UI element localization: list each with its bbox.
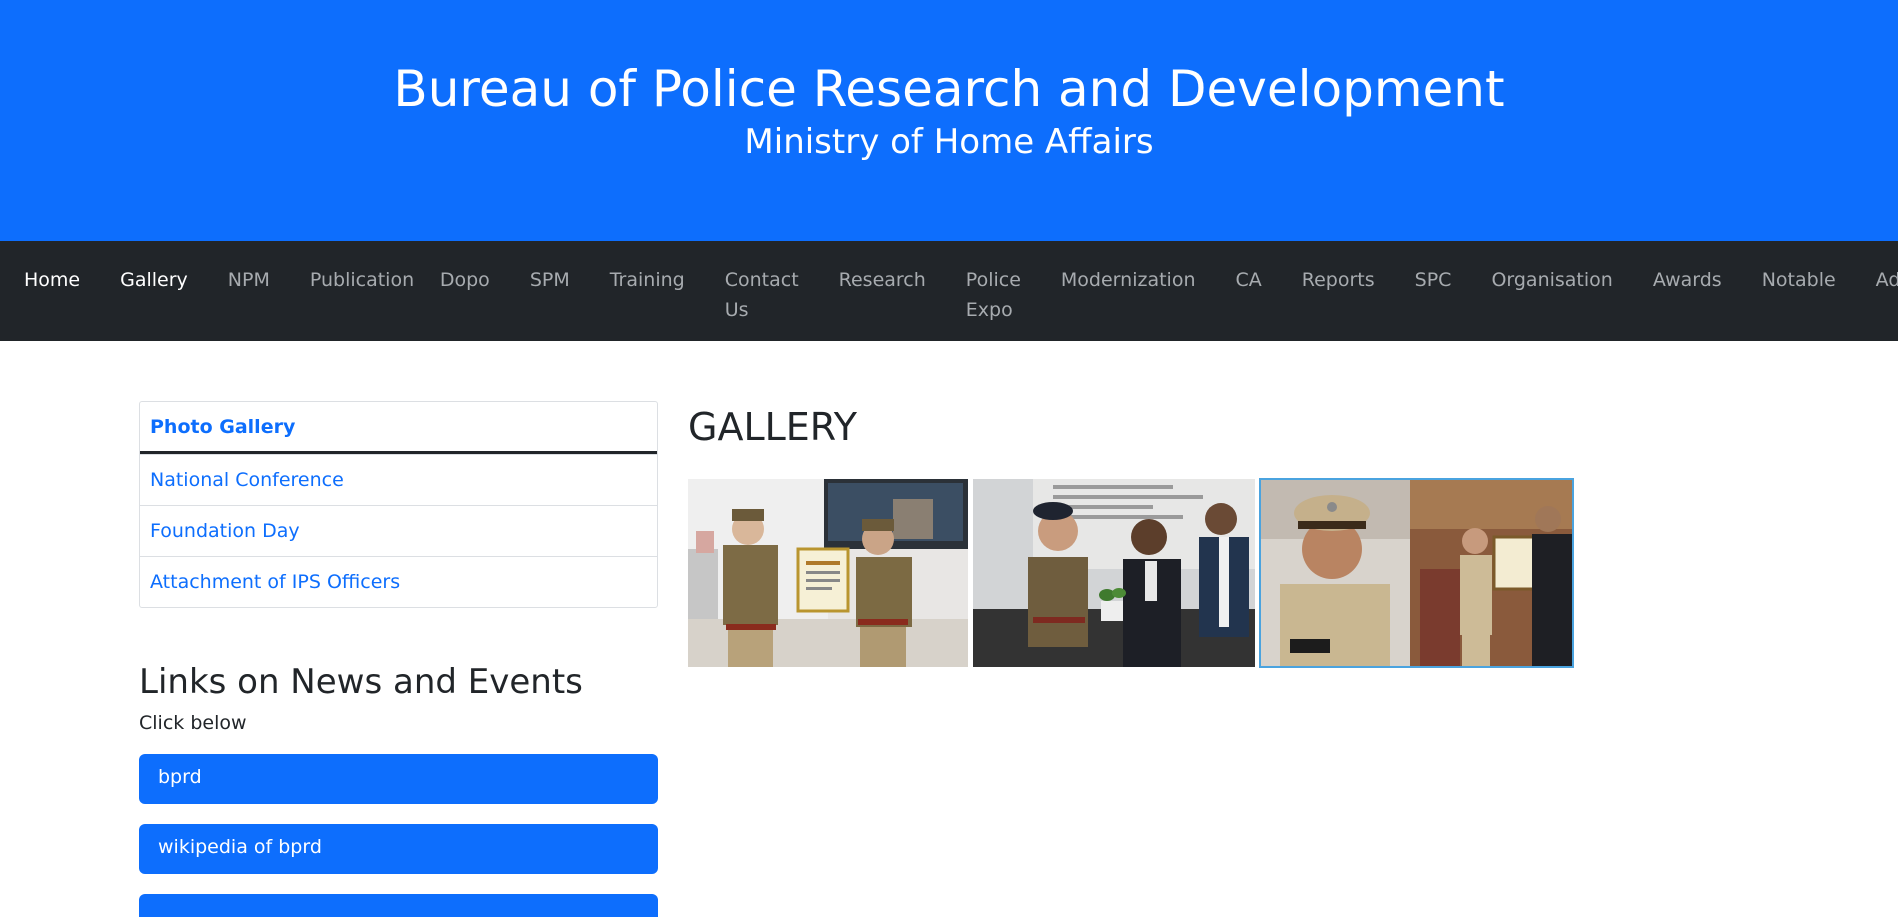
nav-admin[interactable]: Admin (1876, 265, 1898, 295)
gallery-photo[interactable] (688, 479, 968, 667)
nav-publication[interactable]: Publication (310, 265, 414, 295)
nav-contact-us[interactable]: Contact Us (725, 265, 799, 325)
photo-officer-portrait-award (1260, 479, 1573, 667)
site-title: Bureau of Police Research and Developmen… (393, 60, 1505, 118)
photo-gallery-header[interactable]: Photo Gallery (140, 402, 657, 454)
nav-ca[interactable]: CA (1235, 265, 1261, 295)
page-content: Photo Gallery National Conference Founda… (0, 341, 1898, 917)
nav-reports[interactable]: Reports (1302, 265, 1375, 295)
links-title: Links on News and Events (139, 662, 583, 702)
sidebar-item-foundation-day[interactable]: Foundation Day (140, 505, 657, 556)
nav-spc[interactable]: SPC (1415, 265, 1452, 295)
link-button-third[interactable] (139, 894, 658, 917)
nav-awards[interactable]: Awards (1653, 265, 1722, 295)
gallery-photo[interactable] (973, 479, 1255, 667)
sidebar-item-attachment-ips[interactable]: Attachment of IPS Officers (140, 556, 657, 607)
nav-research[interactable]: Research (839, 265, 926, 295)
sidebar-item-national-conference[interactable]: National Conference (140, 454, 657, 505)
gallery-title: GALLERY (688, 405, 857, 449)
site-header: Bureau of Police Research and Developmen… (0, 0, 1898, 241)
nav-training[interactable]: Training (610, 265, 685, 295)
nav-home[interactable]: Home (24, 265, 80, 295)
nav-police-expo[interactable]: Police Expo (966, 265, 1021, 325)
nav-gallery[interactable]: Gallery (120, 265, 188, 295)
nav-npm[interactable]: NPM (228, 265, 270, 295)
nav-organisation[interactable]: Organisation (1491, 265, 1612, 295)
gallery-row (688, 478, 1578, 668)
sidebar: Photo Gallery National Conference Founda… (139, 401, 658, 917)
link-button-bprd[interactable]: bprd (139, 754, 658, 804)
gallery-category-list: Photo Gallery National Conference Founda… (139, 401, 658, 608)
nav-notable[interactable]: Notable (1762, 265, 1836, 295)
main-panel: GALLERY (688, 401, 1578, 668)
nav-spm[interactable]: SPM (530, 265, 570, 295)
gallery-photo-selected[interactable] (1259, 478, 1574, 668)
photo-officers-certificate (688, 479, 968, 667)
site-subtitle: Ministry of Home Affairs (744, 122, 1154, 162)
links-subtitle: Click below (139, 712, 247, 734)
main-navbar: Home Gallery NPM Publication Dopo SPM Tr… (0, 241, 1898, 341)
nav-dopo[interactable]: Dopo (440, 265, 490, 295)
photo-officer-plant (973, 479, 1255, 667)
nav-modernization[interactable]: Modernization (1061, 265, 1196, 295)
link-button-wikipedia[interactable]: wikipedia of bprd (139, 824, 658, 874)
